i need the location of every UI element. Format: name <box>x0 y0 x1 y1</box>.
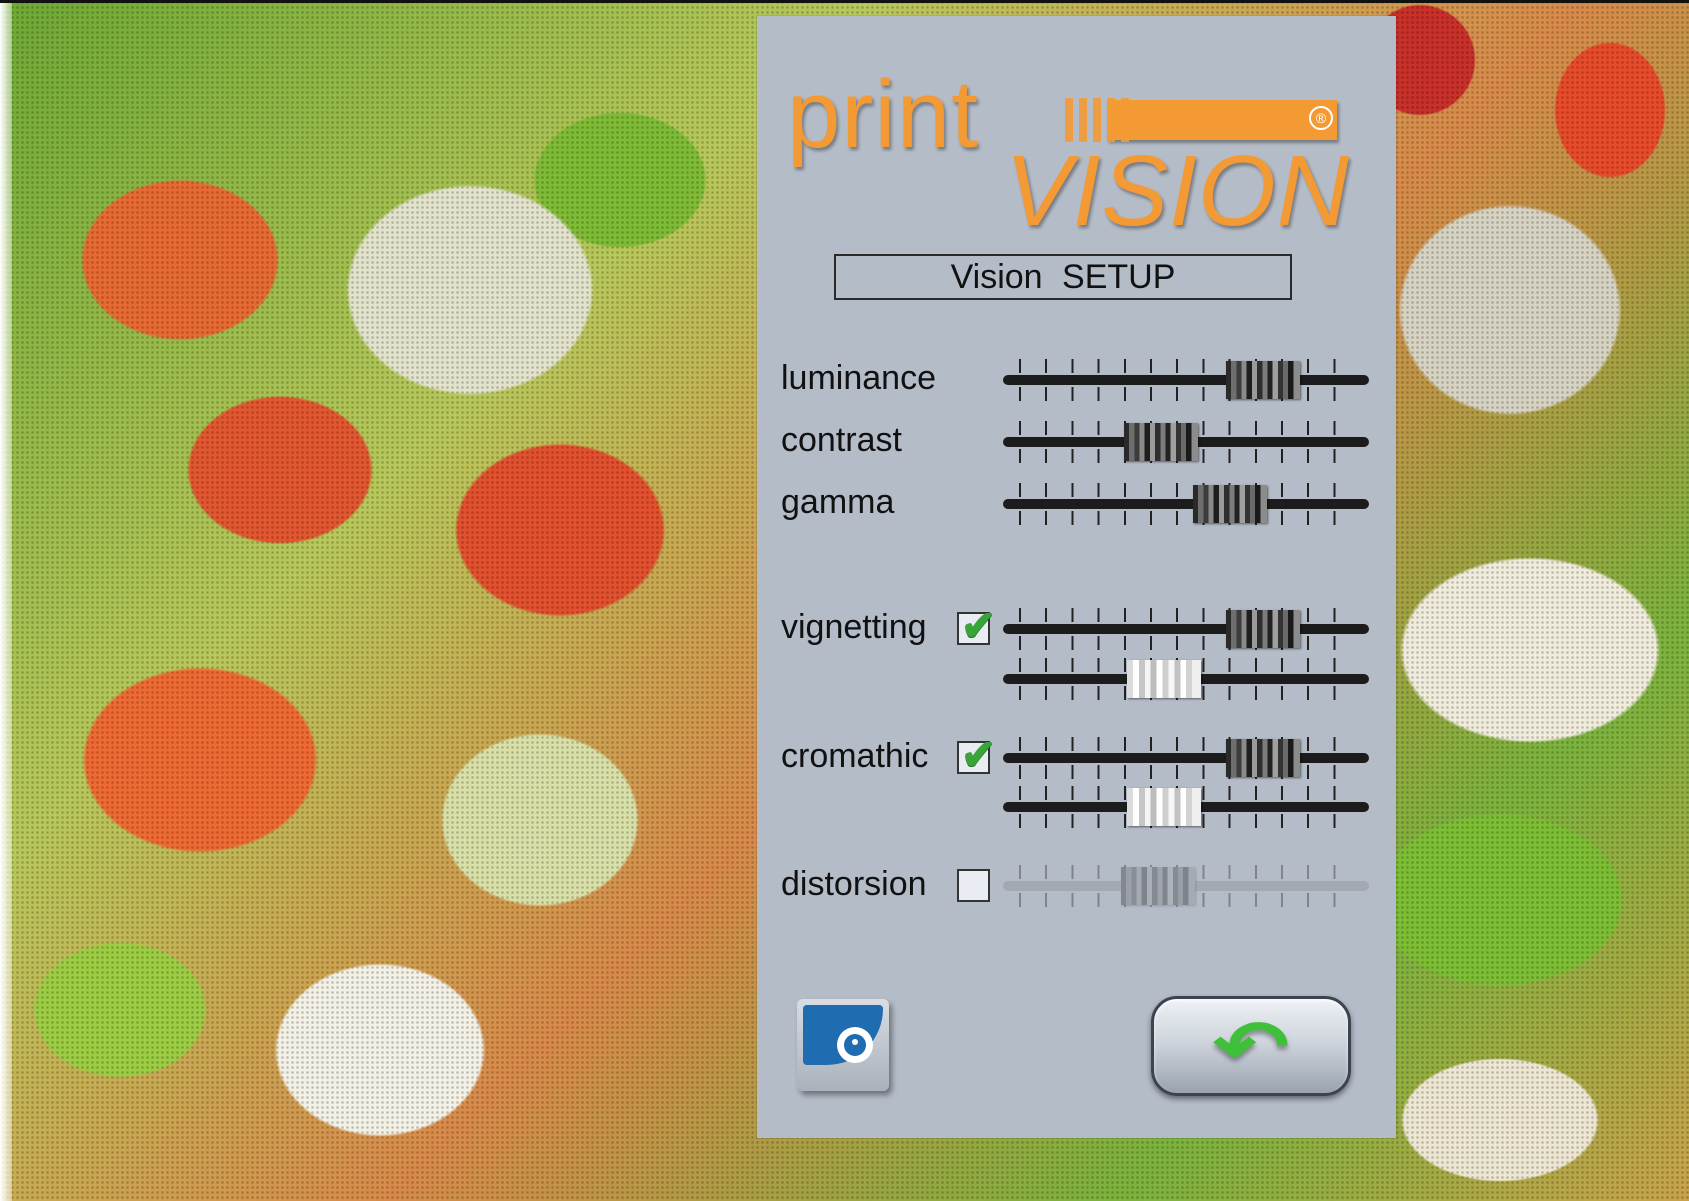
eye-button[interactable] <box>797 999 889 1091</box>
slider-track <box>1003 499 1369 509</box>
checkmark-icon: ✔ <box>961 602 997 649</box>
luminance-slider[interactable] <box>1003 355 1369 405</box>
row-cromathic-2 <box>757 782 1396 832</box>
slider-thumb[interactable] <box>1121 867 1196 905</box>
distorsion-checkbox[interactable] <box>957 869 990 902</box>
row-distorsion: distorsion <box>757 861 1396 911</box>
top-border <box>0 0 1689 3</box>
slider-track <box>1003 753 1369 763</box>
left-edge <box>0 3 12 1201</box>
vignetting-checkbox[interactable]: ✔ <box>957 605 996 647</box>
gamma-slider[interactable] <box>1003 479 1369 529</box>
gamma-label: gamma <box>781 483 895 521</box>
vision-setup-panel: print ® VISION Vision SETUP luminance co… <box>757 16 1396 1138</box>
row-vignetting: vignetting ✔ <box>757 604 1396 654</box>
eye-icon <box>803 1005 883 1065</box>
eye-iris <box>837 1027 873 1063</box>
cromathic-checkbox[interactable]: ✔ <box>957 734 996 776</box>
vignetting-slider-2[interactable] <box>1003 654 1369 704</box>
distorsion-label: distorsion <box>781 865 927 903</box>
vignetting-slider-1[interactable] <box>1003 604 1369 654</box>
slider-thumb[interactable] <box>1126 660 1201 698</box>
row-luminance: luminance <box>757 355 1396 405</box>
slider-thumb[interactable] <box>1126 788 1201 826</box>
checkmark-icon: ✔ <box>961 731 997 778</box>
row-contrast: contrast <box>757 417 1396 467</box>
logo-vision-text: VISION <box>1005 135 1350 247</box>
row-vignetting-2 <box>757 654 1396 704</box>
eye-pupil <box>844 1034 866 1056</box>
slider-track <box>1003 375 1369 385</box>
slider-thumb[interactable] <box>1124 423 1199 461</box>
distorsion-slider[interactable] <box>1003 861 1369 911</box>
slider-thumb[interactable] <box>1226 739 1301 777</box>
slider-thumb[interactable] <box>1226 361 1301 399</box>
registered-mark: ® <box>1309 106 1333 130</box>
printvision-logo: print ® VISION <box>787 60 1349 247</box>
luminance-label: luminance <box>781 359 936 397</box>
back-button[interactable]: ↶ <box>1151 996 1351 1096</box>
row-cromathic: cromathic ✔ <box>757 733 1396 783</box>
cromathic-label: cromathic <box>781 737 929 775</box>
row-gamma: gamma <box>757 479 1396 529</box>
panel-title: Vision SETUP <box>834 254 1292 300</box>
contrast-slider[interactable] <box>1003 417 1369 467</box>
cromathic-slider-2[interactable] <box>1003 782 1369 832</box>
vignetting-label: vignetting <box>781 608 927 646</box>
eye-highlight <box>852 1039 858 1045</box>
contrast-label: contrast <box>781 421 902 459</box>
cromathic-slider-1[interactable] <box>1003 733 1369 783</box>
slider-thumb[interactable] <box>1193 485 1268 523</box>
slider-track <box>1003 624 1369 634</box>
slider-thumb[interactable] <box>1226 610 1301 648</box>
logo-print-text: print <box>787 61 979 168</box>
back-arrow-icon: ↶ <box>1212 1007 1290 1085</box>
